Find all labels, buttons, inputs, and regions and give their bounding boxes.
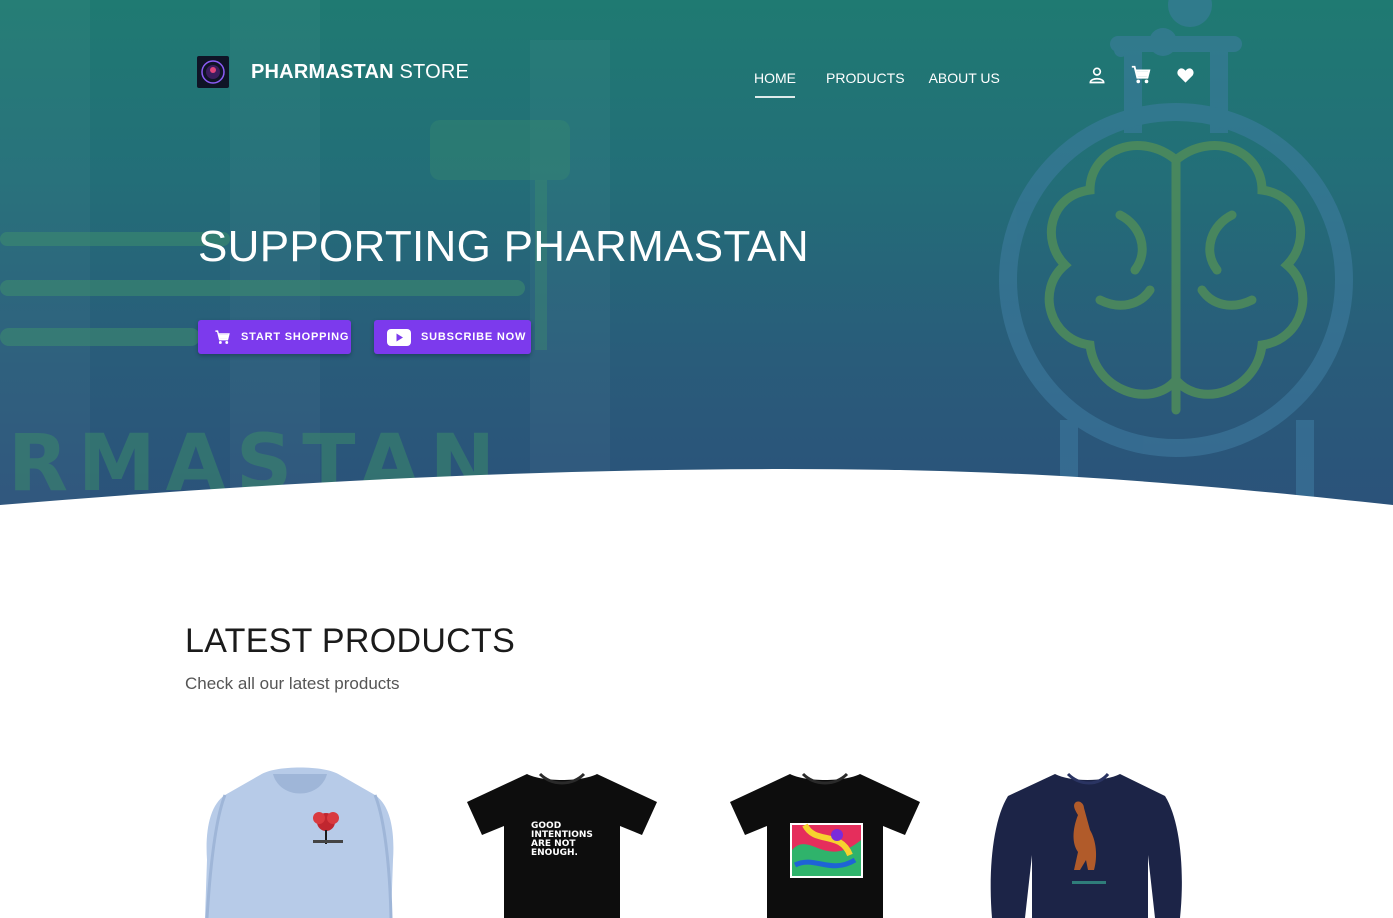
nav-products[interactable]: PRODUCTS	[814, 66, 917, 90]
product-grid: GOOD INTENTIONS ARE NOT ENOUGH.	[185, 760, 1215, 918]
product-card-longsleeve[interactable]	[980, 760, 1210, 918]
hero-banner: RMASTAN PHARMASTAN STORE HOME PRODUCTS A…	[0, 0, 1393, 510]
brand-logo	[197, 56, 229, 88]
nav-home[interactable]: HOME	[742, 66, 808, 98]
main-nav: HOME PRODUCTS ABOUT US	[742, 66, 1012, 98]
start-shopping-button[interactable]: START SHOPPING	[198, 320, 351, 354]
heart-icon[interactable]	[1174, 64, 1196, 86]
brand-name-light: STORE	[393, 60, 470, 83]
hero-wave	[0, 469, 1393, 510]
header-icons	[1086, 64, 1218, 86]
start-shopping-label: START SHOPPING	[241, 331, 350, 343]
latest-products-title: LATEST PRODUCTS	[185, 622, 516, 660]
account-icon[interactable]	[1086, 64, 1108, 86]
brand-name: PHARMASTAN STORE	[251, 61, 469, 84]
product-card-hoodie[interactable]	[185, 760, 415, 918]
hero-title: SUPPORTING PHARMASTAN	[198, 222, 809, 271]
brand[interactable]: PHARMASTAN STORE	[197, 56, 469, 88]
subscribe-now-label: SUBSCRIBE NOW	[421, 331, 527, 343]
nav-about-us[interactable]: ABOUT US	[917, 66, 1012, 90]
product-card-tshirt-art[interactable]	[715, 760, 945, 918]
cart-icon	[214, 329, 231, 346]
hoodie-image	[205, 767, 394, 918]
cart-icon[interactable]	[1130, 64, 1152, 86]
tshirt-print-text: GOOD INTENTIONS ARE NOT ENOUGH.	[531, 821, 593, 858]
subscribe-now-button[interactable]: SUBSCRIBE NOW	[374, 320, 531, 354]
brand-name-bold: PHARMASTAN	[251, 60, 394, 83]
tshirt-art-image	[730, 772, 920, 918]
product-card-tshirt-text[interactable]: GOOD INTENTIONS ARE NOT ENOUGH.	[452, 760, 682, 918]
longsleeve-image	[990, 772, 1182, 918]
latest-products-subtitle: Check all our latest products	[185, 674, 400, 693]
youtube-icon	[387, 328, 411, 346]
